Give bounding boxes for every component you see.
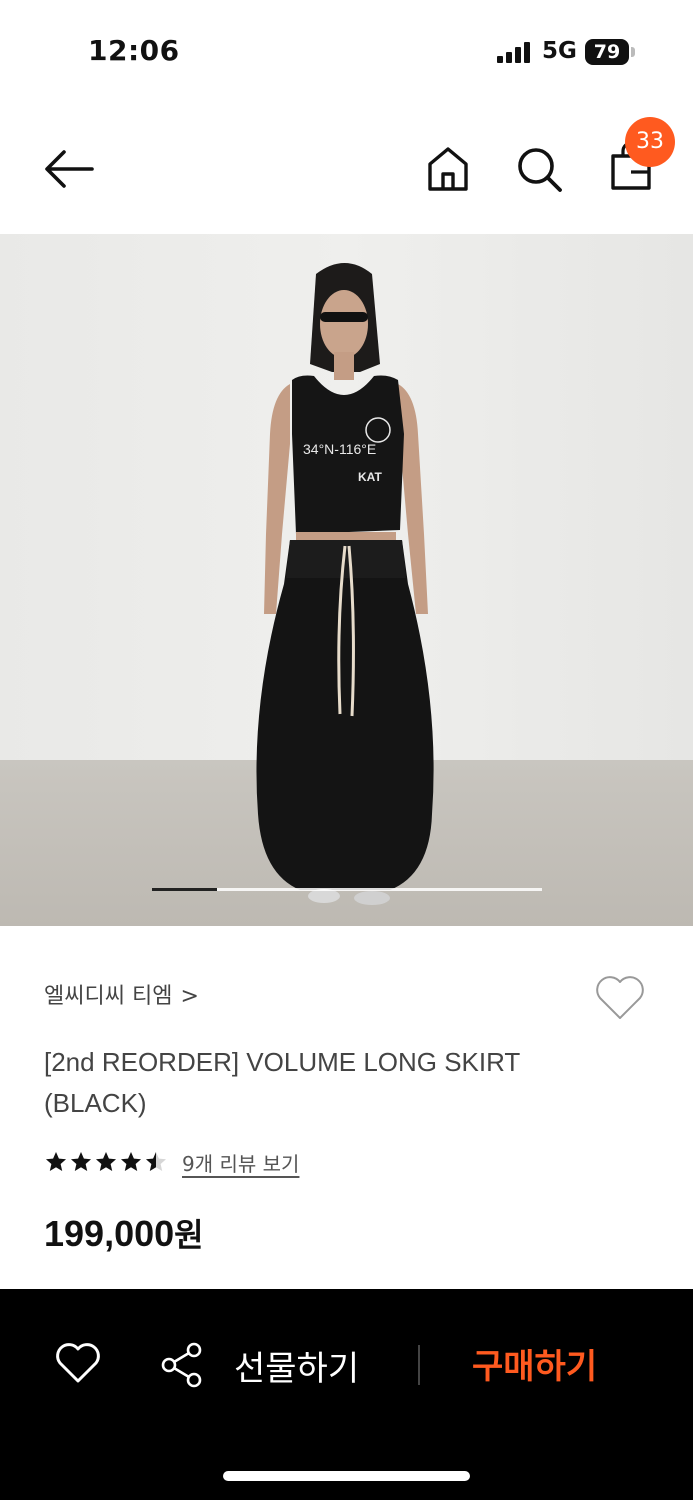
- arrow-left-icon: [45, 150, 94, 188]
- status-time: 12:06: [88, 34, 180, 67]
- bottom-wishlist-button[interactable]: [54, 1341, 102, 1385]
- star-icon: [71, 1152, 91, 1171]
- heart-icon: [56, 1343, 100, 1383]
- buy-button[interactable]: 구매하기: [472, 1339, 597, 1388]
- star-icon: [121, 1152, 141, 1171]
- bottom-action-bar: 선물하기 구매하기: [0, 1289, 693, 1500]
- cart-count-badge: 33: [625, 117, 675, 167]
- network-type: 5G: [542, 38, 577, 64]
- share-button[interactable]: [160, 1341, 204, 1389]
- battery-icon: 79: [585, 39, 629, 65]
- gift-button[interactable]: 선물하기: [234, 1341, 359, 1390]
- image-print-coords: 34°N-116°E: [303, 441, 376, 457]
- price-value: 199,000: [44, 1213, 175, 1254]
- home-icon: [428, 147, 468, 191]
- heart-icon: [596, 976, 644, 1019]
- battery-cap: [631, 47, 635, 57]
- back-button[interactable]: [40, 146, 98, 192]
- star-icon: [96, 1152, 116, 1171]
- product-price: 199,000원: [44, 1210, 204, 1256]
- product-photo: 34°N-116°E KAT: [0, 234, 693, 926]
- divider: [418, 1345, 420, 1385]
- top-nav: [0, 100, 693, 234]
- share-icon: [161, 1342, 202, 1388]
- product-image[interactable]: 34°N-116°E KAT: [0, 234, 693, 926]
- gallery-progress-track: [152, 888, 542, 891]
- brand-link[interactable]: 엘씨디씨 티엠 >: [44, 978, 199, 1010]
- image-print-brand: KAT: [358, 470, 382, 484]
- search-icon: [518, 148, 562, 192]
- price-unit: 원: [174, 1216, 204, 1254]
- star-icon: [46, 1152, 66, 1171]
- home-indicator: [223, 1471, 470, 1481]
- product-title: [2nd REORDER] VOLUME LONG SKIRT (BLACK): [44, 1047, 520, 1118]
- brand-name: 엘씨디씨 티엠: [44, 984, 173, 1009]
- gallery-progress-fill: [152, 888, 217, 891]
- review-link[interactable]: 9개 리뷰 보기: [182, 1148, 299, 1177]
- signal-strength-icon: [497, 41, 533, 63]
- wishlist-button[interactable]: [592, 972, 648, 1024]
- rating-stars: [44, 1150, 168, 1174]
- home-button[interactable]: [424, 144, 472, 194]
- rating-row: 9개 리뷰 보기: [44, 1146, 299, 1178]
- status-bar: 12:06 5G 79: [0, 0, 693, 100]
- chevron-right-icon: >: [180, 984, 199, 1009]
- search-button[interactable]: [514, 144, 564, 194]
- star-icon: [146, 1152, 166, 1171]
